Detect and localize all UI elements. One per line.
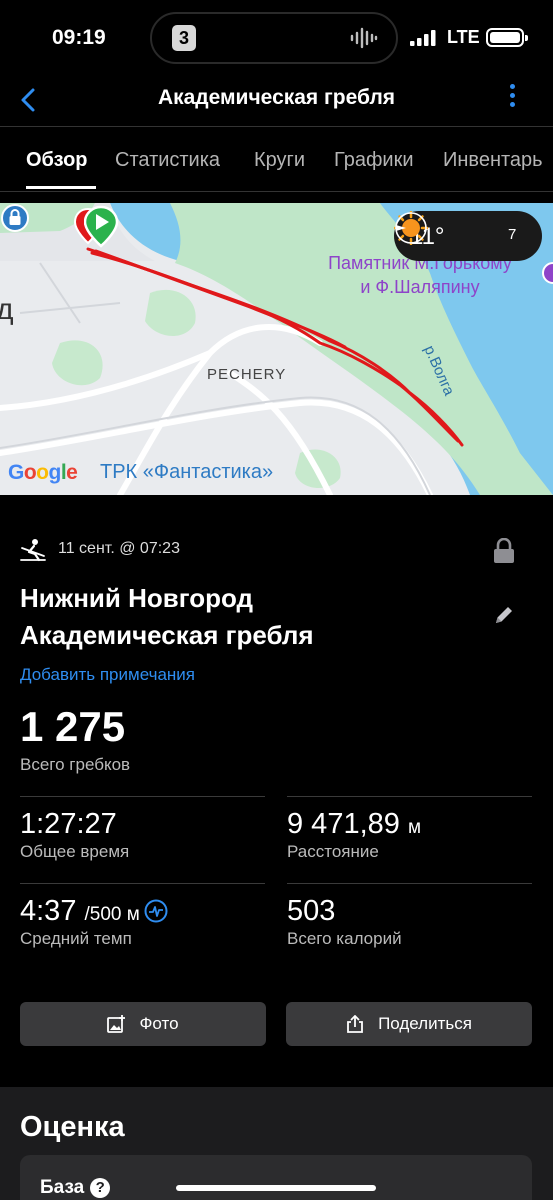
- stat-avg-pace: 4:37 /500 м Средний темп: [20, 883, 265, 969]
- tabs-divider: [0, 191, 553, 192]
- distance-unit: м: [407, 817, 422, 838]
- calories-label: Всего калорий: [287, 929, 402, 948]
- distance-value: 9 471,89: [287, 808, 400, 840]
- distance-value-wrap: 9 471,89 м: [287, 808, 421, 841]
- avg-pace-value: 4:37: [20, 895, 77, 927]
- status-bar: 09:19 3 LTE: [0, 0, 553, 78]
- share-icon: [347, 1015, 363, 1033]
- pace-chart-icon[interactable]: [144, 899, 168, 923]
- tab-laps[interactable]: Круги: [254, 149, 305, 172]
- total-strokes-value: 1 275: [20, 703, 126, 750]
- tab-overview[interactable]: Обзор: [26, 149, 88, 172]
- monument-pin-icon: [542, 262, 553, 284]
- activity-title-line2: Академическая гребля: [20, 620, 314, 650]
- activity-title: Нижний Новгород Академическая гребля: [20, 580, 460, 654]
- weather-badge: 11° 7: [394, 211, 542, 261]
- avg-pace-unit: /500 м: [84, 904, 140, 925]
- route-map[interactable]: д PECHERY р.Волга Памятник М.Горькому и …: [0, 203, 553, 495]
- rating-base: База?: [40, 1177, 111, 1199]
- dynamic-island[interactable]: 3: [150, 12, 398, 64]
- rating-section: Оценка База?: [0, 1087, 553, 1200]
- rating-base-label: База: [40, 1177, 85, 1198]
- home-indicator[interactable]: [176, 1185, 376, 1191]
- district-label: PECHERY: [207, 366, 287, 383]
- rating-card[interactable]: База?: [20, 1155, 532, 1200]
- poi-label[interactable]: ТРК «Фантастика»: [100, 461, 273, 484]
- google-logo: Google: [8, 461, 78, 484]
- stat-total-time: 1:27:27 Общее время: [20, 796, 265, 882]
- avg-pace-value-wrap: 4:37 /500 м: [20, 895, 168, 928]
- activity-title-line1: Нижний Новгород: [20, 583, 254, 613]
- activity-date: 11 сент. @ 07:23: [58, 540, 180, 557]
- calories-value: 503: [287, 895, 336, 927]
- app-icon: 3: [172, 25, 196, 51]
- avg-pace-label: Средний темп: [20, 929, 132, 948]
- share-button[interactable]: Поделиться: [286, 1002, 532, 1046]
- status-time: 09:19: [52, 26, 106, 49]
- tab-equipment[interactable]: Инвентарь: [443, 149, 543, 172]
- tab-charts[interactable]: Графики: [334, 149, 414, 172]
- page-title: Академическая гребля: [157, 86, 396, 109]
- rowing-icon: [20, 539, 46, 562]
- more-vertical-icon[interactable]: [505, 84, 519, 114]
- photo-button[interactable]: Фото: [20, 1002, 266, 1046]
- add-notes-link[interactable]: Добавить примечания: [20, 665, 195, 685]
- network-type: LTE: [447, 27, 480, 47]
- total-time-value: 1:27:27: [20, 808, 117, 840]
- edit-pencil-icon[interactable]: [493, 604, 515, 626]
- monument-label-line2: и Ф.Шаляпину: [360, 277, 480, 297]
- share-button-label: Поделиться: [378, 1014, 472, 1033]
- add-photo-icon: [107, 1015, 126, 1033]
- nav-bar: Академическая гребля: [0, 78, 553, 126]
- shopping-pin-icon: [1, 204, 29, 232]
- total-time-label: Общее время: [20, 842, 130, 861]
- total-strokes-label: Всего гребков: [20, 755, 131, 774]
- signal-icon: [410, 30, 436, 46]
- tab-bar: Обзор Статистика Круги Графики Инвентарь: [0, 127, 553, 191]
- wind-speed: 7: [508, 226, 517, 243]
- start-pin-icon: [84, 205, 119, 248]
- tab-statistics[interactable]: Статистика: [115, 149, 220, 172]
- active-tab-indicator: [26, 186, 96, 189]
- rating-title: Оценка: [20, 1111, 125, 1143]
- stat-distance: 9 471,89 м Расстояние: [287, 796, 532, 882]
- map-place-fragment: д: [0, 293, 14, 326]
- activity-header: 11 сент. @ 07:23: [20, 538, 520, 564]
- battery-icon: [486, 28, 528, 47]
- distance-label: Расстояние: [287, 842, 379, 861]
- photo-button-label: Фото: [139, 1014, 179, 1033]
- stat-calories: 503 Всего калорий: [287, 883, 532, 969]
- lock-icon[interactable]: [492, 538, 516, 564]
- wind-direction-icon: [395, 212, 427, 244]
- audio-wave-icon: [350, 27, 378, 49]
- help-icon[interactable]: ?: [90, 1178, 111, 1198]
